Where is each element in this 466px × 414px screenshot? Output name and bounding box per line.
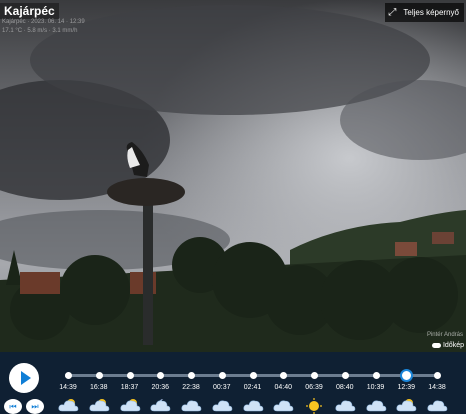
cloud-icon (365, 397, 387, 414)
previous-button[interactable]: ⏮ (4, 399, 22, 414)
timeline-time-label[interactable]: 22:38 (176, 384, 206, 391)
cloud-icon (426, 397, 448, 414)
timeline-time-label[interactable]: 16:38 (84, 384, 114, 391)
camera-timestamp-overlay: Kajárpéc · 2023. 06. 14 · 12:39 (2, 19, 85, 25)
next-button[interactable]: ⏭ (26, 399, 44, 414)
brand-logo: Időkép (431, 342, 464, 349)
timeline-time-label[interactable]: 06:39 (299, 384, 329, 391)
cloud-icon (242, 397, 264, 414)
photo-credit: Pintér András (426, 332, 463, 338)
timeline-tick[interactable] (372, 372, 380, 379)
play-button[interactable] (9, 363, 39, 393)
timeline-tick[interactable] (434, 372, 441, 379)
partly-cloudy-night-icon (149, 397, 171, 414)
timeline-tick[interactable] (218, 372, 226, 379)
expand-icon: ⤢ (388, 7, 397, 18)
partly-cloudy-day-icon (88, 397, 110, 414)
brand-name: Időkép (442, 342, 464, 349)
timeline-slider-thumb[interactable] (399, 369, 413, 382)
timeline-tick[interactable] (188, 372, 195, 379)
timeline-tick[interactable] (341, 372, 349, 379)
timeline-tick[interactable] (249, 372, 257, 379)
timeline-time-label[interactable]: 00:37 (207, 384, 237, 391)
timeline-tick[interactable] (126, 372, 134, 379)
timeline-time-label[interactable]: 12:39 (391, 384, 421, 391)
timeline-track[interactable] (65, 372, 441, 379)
timeline-time-label[interactable]: 10:39 (361, 384, 391, 391)
timeline-tick[interactable] (311, 372, 318, 379)
timeline-time-label[interactable]: 20:36 (145, 384, 175, 391)
cloud-icon (334, 397, 356, 414)
partly-cloudy-day-icon (395, 397, 417, 414)
cloud-icon (272, 397, 294, 414)
timeline-time-label[interactable]: 14:39 (53, 384, 83, 391)
brand-cloud-icon (431, 343, 441, 348)
timeline-time-label[interactable]: 14:38 (422, 384, 452, 391)
partly-cloudy-day-icon (119, 397, 141, 414)
timeline-time-label[interactable]: 04:40 (268, 384, 298, 391)
timeline-time-label[interactable]: 08:40 (330, 384, 360, 391)
partly-cloudy-day-icon (57, 397, 79, 414)
timeline-time-label[interactable]: 18:37 (115, 384, 145, 391)
camera-weather-overlay: 17.1 °C · 5.8 m/s · 3.1 mm/h (2, 28, 78, 34)
skip-back-icon: ⏮ (9, 401, 17, 411)
cloud-icon (180, 397, 202, 414)
timeline-tick[interactable] (95, 372, 103, 379)
fullscreen-label: Teljes képernyő (403, 8, 459, 17)
webcam-image (0, 0, 466, 352)
webcam-viewer: Kajárpéc Kajárpéc · 2023. 06. 14 · 12:39… (0, 0, 466, 414)
skip-forward-icon: ⏭ (31, 401, 39, 411)
timeline-tick[interactable] (65, 372, 72, 379)
timeline-time-label[interactable]: 02:41 (238, 384, 268, 391)
play-icon (20, 371, 31, 385)
sun-icon (303, 397, 325, 414)
cloud-icon (211, 397, 233, 414)
fullscreen-button[interactable]: ⤢ Teljes képernyő (385, 3, 464, 22)
camera-title: Kajárpéc (0, 3, 59, 19)
